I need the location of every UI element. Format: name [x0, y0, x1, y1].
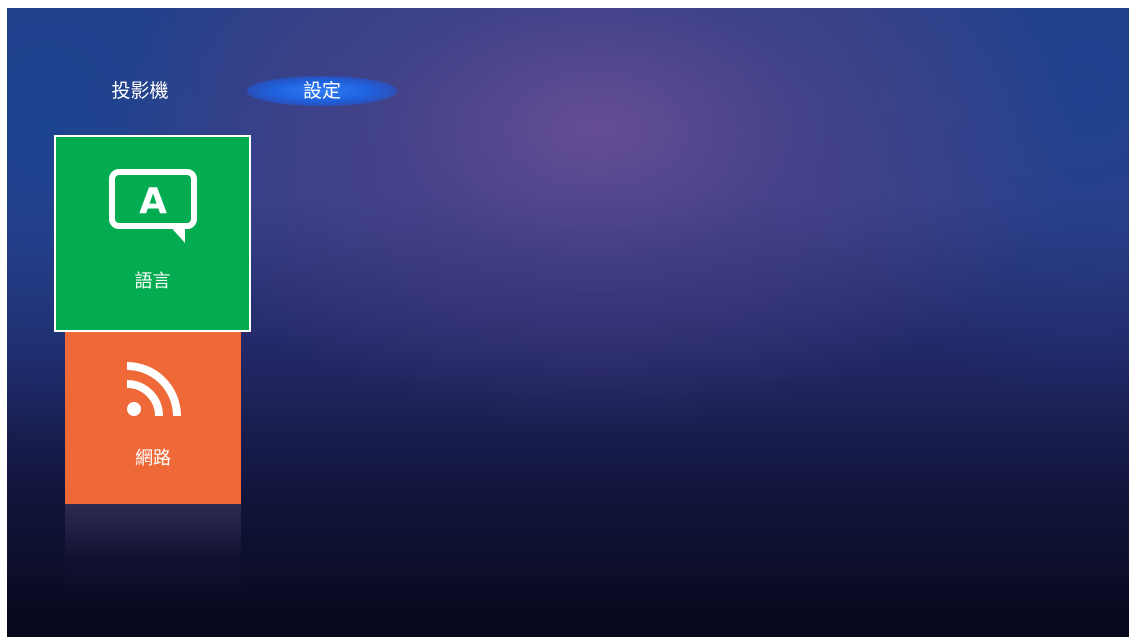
language-tile-label: 語言 — [134, 271, 171, 292]
language-bubble-icon: A — [107, 167, 199, 247]
tab-settings-label: 設定 — [302, 80, 341, 102]
top-nav: 投影機 設定 — [7, 74, 507, 108]
launcher-screen: 投影機 設定 A 語言 網路 — [7, 8, 1129, 637]
language-tile[interactable]: A 語言 — [54, 135, 251, 332]
network-tile[interactable]: 網路 — [65, 332, 241, 504]
svg-text:A: A — [139, 181, 167, 222]
rss-wifi-icon — [125, 362, 181, 422]
tab-projector[interactable]: 投影機 — [95, 74, 185, 108]
tile-reflection — [65, 504, 241, 594]
network-tile-label: 網路 — [135, 448, 171, 469]
tab-projector-label: 投影機 — [111, 80, 169, 102]
tab-settings[interactable]: 設定 — [247, 74, 397, 108]
